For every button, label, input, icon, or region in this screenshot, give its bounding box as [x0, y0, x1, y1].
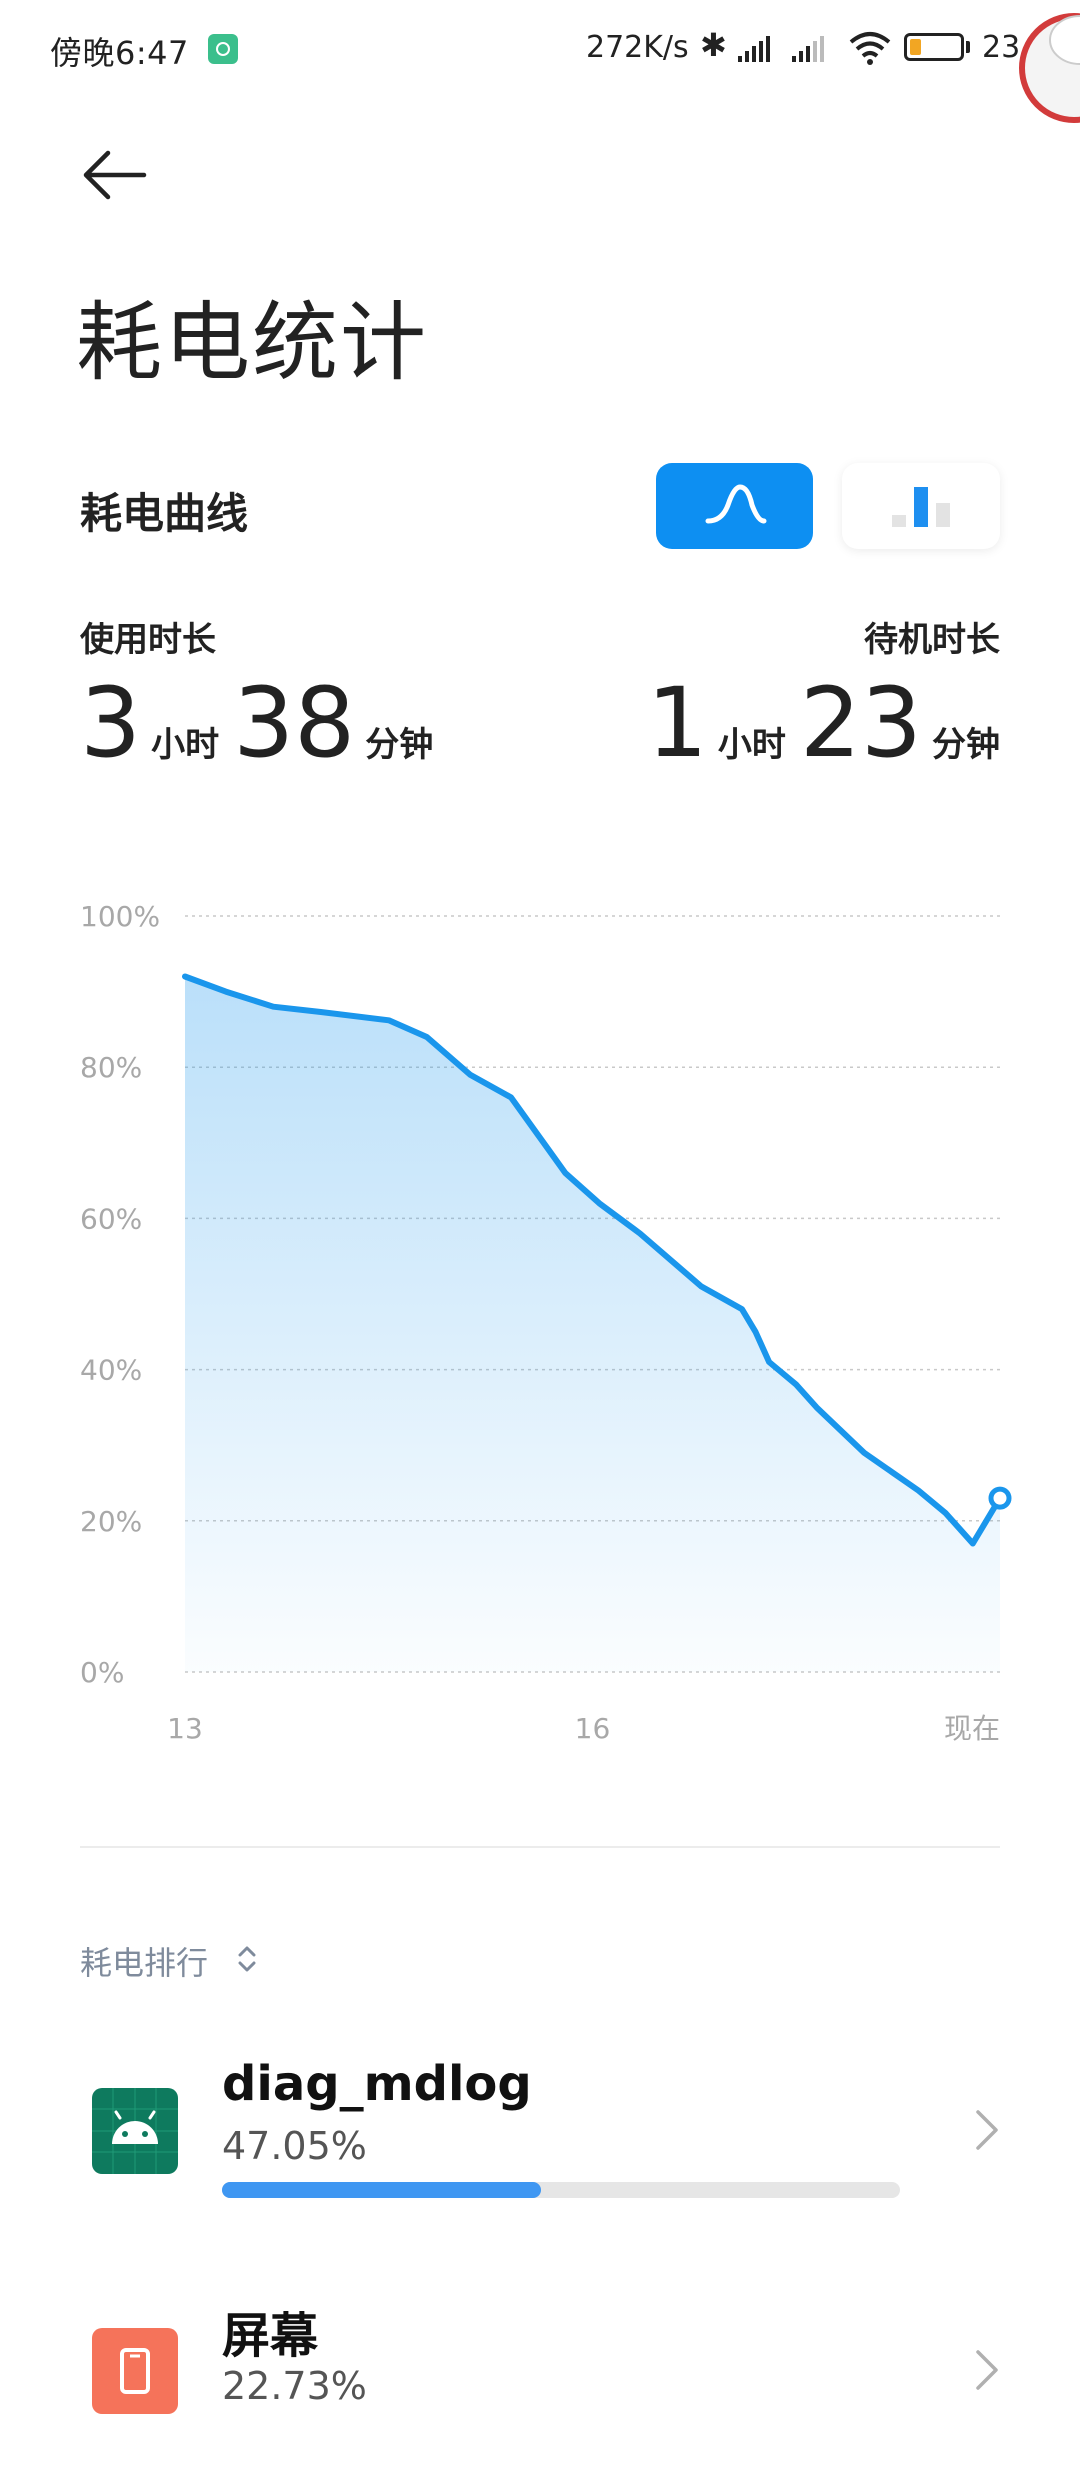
- y-tick-label: 0%: [80, 1656, 124, 1689]
- network-speed: 272K/s: [586, 30, 689, 65]
- battery-curve-chart: 100% 80% 60% 40% 20% 0% 13 16 现在: [80, 900, 1012, 1745]
- bluetooth-icon: ✱: [700, 26, 727, 64]
- floating-sticker-icon[interactable]: [1010, 0, 1080, 140]
- app-percent: 22.73%: [222, 2364, 367, 2408]
- list-item[interactable]: 屏幕 22.73%: [0, 2258, 1080, 2478]
- current-point: [988, 1486, 1012, 1510]
- signal-icon: [738, 36, 770, 62]
- area-fill: [185, 976, 1000, 1672]
- x-tick-label: 16: [575, 1712, 611, 1745]
- list-item[interactable]: diag_mdlog 47.05%: [0, 2018, 1080, 2238]
- standby-duration-value: 1 小时 23 分钟: [647, 668, 1000, 800]
- hour-unit: 小时: [151, 725, 220, 765]
- app-name: 屏幕: [222, 2308, 319, 2364]
- battery-icon: [904, 33, 964, 61]
- ranking-sort-label[interactable]: 耗电排行: [80, 1938, 208, 1984]
- signal-icon: [792, 36, 824, 62]
- y-tick-label: 100%: [80, 900, 160, 933]
- minute-unit: 分钟: [365, 725, 434, 765]
- status-time: 傍晚6:47: [50, 34, 189, 72]
- notification-app-icon: [208, 34, 238, 64]
- usage-bar-fill: [222, 2182, 541, 2198]
- bar-chart-icon: [892, 487, 950, 527]
- usage-bar: [222, 2182, 900, 2198]
- curve-icon: [705, 484, 767, 524]
- wifi-icon: [849, 32, 891, 65]
- usage-minutes: 38: [233, 667, 356, 779]
- bar-view-toggle[interactable]: [842, 463, 1000, 549]
- page-title: 耗电统计: [76, 293, 428, 393]
- back-arrow-icon[interactable]: [80, 145, 150, 205]
- chevron-right-icon: [976, 2110, 998, 2150]
- y-tick-label: 40%: [80, 1354, 142, 1387]
- x-tick-label: 现在: [944, 1712, 1000, 1745]
- android-icon: [92, 2088, 178, 2174]
- chevron-right-icon: [976, 2350, 998, 2390]
- usage-hours: 3: [80, 667, 142, 779]
- curve-view-toggle[interactable]: [656, 463, 813, 549]
- phone-screen-icon: [92, 2328, 178, 2414]
- battery-nub: [966, 41, 970, 53]
- standby-duration-label: 待机时长: [864, 620, 1000, 660]
- battery-level: [910, 39, 921, 55]
- standby-minutes: 23: [799, 667, 922, 779]
- divider: [80, 1846, 1000, 1848]
- standby-hours: 1: [646, 667, 708, 779]
- app-name: diag_mdlog: [222, 2056, 532, 2112]
- sort-updown-icon[interactable]: [234, 1942, 260, 1976]
- y-tick-label: 80%: [80, 1051, 142, 1084]
- section-title: 耗电曲线: [80, 489, 249, 538]
- y-tick-label: 60%: [80, 1202, 142, 1235]
- minute-unit: 分钟: [932, 725, 1000, 765]
- usage-duration-label: 使用时长: [80, 620, 216, 660]
- usage-duration-value: 3 小时 38 分钟: [80, 668, 433, 800]
- hour-unit: 小时: [717, 725, 786, 765]
- app-percent: 47.05%: [222, 2124, 367, 2168]
- y-tick-label: 20%: [80, 1505, 142, 1538]
- x-tick-label: 13: [167, 1712, 203, 1745]
